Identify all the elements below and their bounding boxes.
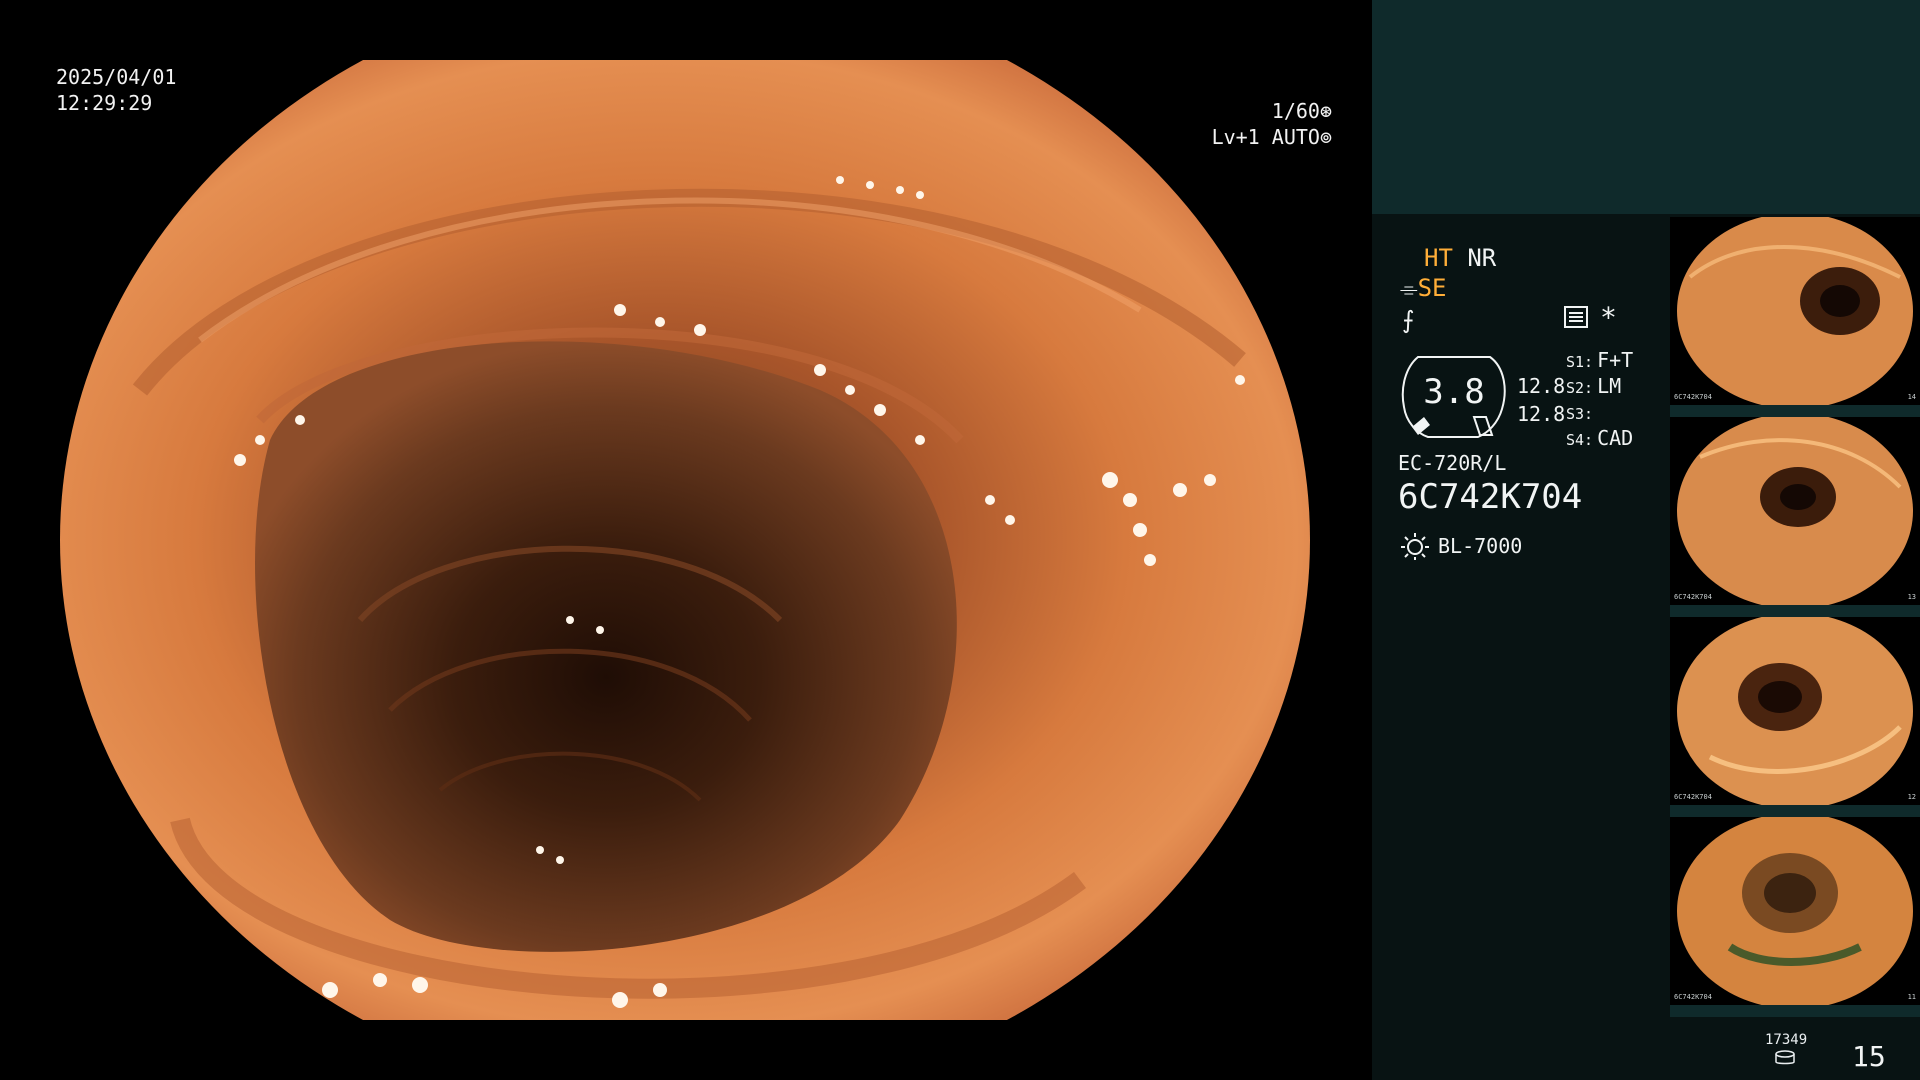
level-text: Lv+1 — [1211, 125, 1260, 149]
capture-thumbnail[interactable]: 6C742K704 11 — [1670, 817, 1920, 1005]
ht-label: HT — [1424, 244, 1453, 272]
thumbnail-serial: 6C742K704 — [1674, 593, 1712, 601]
iris-icon: ⊚ — [1319, 125, 1332, 149]
thumbnail-image — [1677, 217, 1913, 405]
se-label: SE — [1417, 274, 1447, 302]
setting-tag: S3: — [1566, 405, 1594, 423]
thumbnail-image — [1677, 417, 1913, 605]
histogram-icon — [1564, 306, 1588, 328]
mode-text: AUTO — [1271, 125, 1320, 149]
setting-s4: S4: CAD — [1566, 426, 1633, 452]
thumbnail-index: 13 — [1907, 593, 1916, 601]
thumbnail-index: 14 — [1907, 393, 1916, 401]
thumbnail-serial: 6C742K704 — [1674, 993, 1712, 1001]
asterisk-icon: * — [1600, 301, 1617, 334]
thumbnail-serial: 6C742K704 — [1674, 793, 1712, 801]
setting-tag: S1: — [1566, 353, 1594, 371]
setting-value: F+T — [1597, 348, 1634, 372]
gauge-value: 3.8 — [1423, 372, 1485, 412]
thumbnail-index: 11 — [1907, 993, 1916, 1001]
setting-s3: S3: — [1566, 400, 1597, 426]
scope-serial: 6C742K704 — [1398, 477, 1583, 517]
thumbnail-bar — [1670, 605, 1920, 617]
setting-value: CAD — [1597, 426, 1634, 450]
mode-row: Lv+1 AUTO⊚ — [1212, 124, 1332, 150]
endoscope-main-view: 2025/04/01 12:29:29 1/60⊛ Lv+1 AUTO⊚ — [0, 0, 1372, 1080]
exposure-overlay: 1/60⊛ Lv+1 AUTO⊚ — [1212, 98, 1332, 150]
thumbnail-image — [1677, 617, 1913, 805]
nr-label: NR — [1467, 244, 1497, 272]
date-time-overlay: 2025/04/01 12:29:29 — [56, 64, 176, 116]
date-text: 2025/04/01 — [56, 65, 177, 89]
storage-count: 17349 — [1765, 1032, 1808, 1048]
se-indicator: ⌯SE — [1400, 274, 1447, 304]
setting-s2: S2: LM — [1566, 374, 1621, 400]
se-mode-icon: ⌯ — [1400, 277, 1418, 302]
thumbnail-bar — [1670, 805, 1920, 817]
thumbnail-image — [1677, 817, 1913, 1005]
capture-thumbnail[interactable]: 6C742K704 12 — [1670, 617, 1920, 805]
setting-tag: S2: — [1566, 379, 1594, 397]
shutter-row: 1/60⊛ — [1212, 98, 1332, 124]
capture-thumbnail[interactable]: 6C742K704 13 — [1670, 417, 1920, 605]
thumbnail-index: 12 — [1907, 793, 1916, 801]
storage-disk-icon — [1775, 1050, 1795, 1065]
light-source-icon — [1401, 533, 1429, 560]
capture-thumbnail[interactable]: 6C742K704 14 — [1670, 217, 1920, 405]
thumbnail-bar — [1670, 405, 1920, 417]
aperture-icon: ⊛ — [1319, 99, 1332, 123]
thumbnail-bar — [1670, 1005, 1920, 1017]
scope-model: EC-720R/L — [1398, 451, 1507, 475]
value-a: 12.8 — [1517, 374, 1566, 398]
shutter-text: 1/60 — [1271, 99, 1320, 123]
setting-s1: S1: F+T — [1566, 348, 1633, 374]
value-b: 12.8 — [1517, 402, 1566, 426]
setting-value: LM — [1597, 374, 1622, 398]
freeze-icon: ⨍ — [1402, 306, 1415, 334]
endoscopic-image — [60, 60, 1310, 1020]
light-source-model: BL-7000 — [1438, 534, 1523, 558]
panel-header-area — [1372, 0, 1920, 214]
thumbnail-serial: 6C742K704 — [1674, 393, 1712, 401]
time-text: 12:29:29 — [56, 91, 153, 115]
ht-nr-indicator: HT NR — [1424, 244, 1496, 272]
page-number: 15 — [1852, 1040, 1886, 1073]
setting-tag: S4: — [1566, 431, 1594, 449]
